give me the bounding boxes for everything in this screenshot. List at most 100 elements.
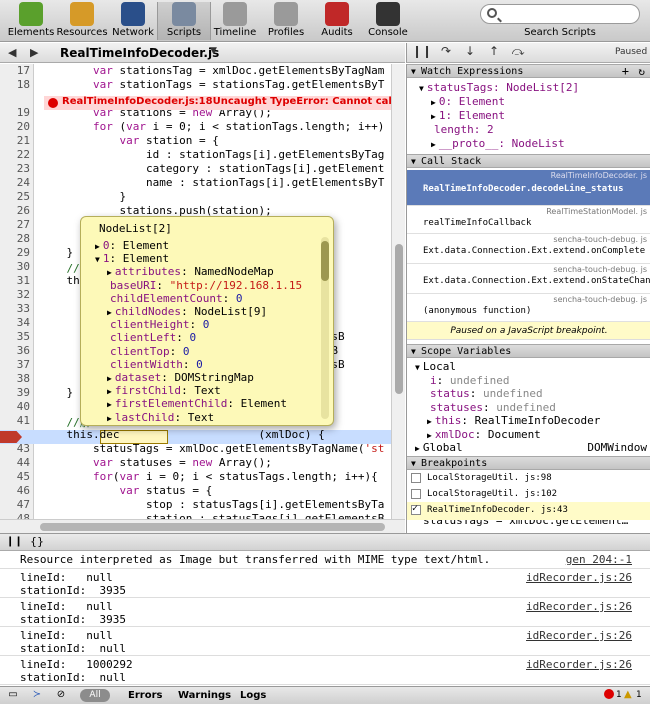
- add-icon[interactable]: +: [622, 65, 629, 78]
- line-number[interactable]: 26: [0, 204, 30, 217]
- line-number[interactable]: 23: [0, 162, 30, 175]
- line-number[interactable]: 19: [0, 106, 30, 119]
- call-stack-frame[interactable]: RealTimeInfoDecoder. js RealTimeInfoDecod…: [407, 170, 650, 206]
- line-number[interactable]: 35: [0, 330, 30, 343]
- line-number[interactable]: 47: [0, 498, 30, 511]
- line-number[interactable]: 33: [0, 302, 30, 315]
- filter-all-button[interactable]: All: [80, 689, 110, 702]
- filter-warnings-button[interactable]: Warnings: [178, 690, 231, 701]
- line-number[interactable]: 25: [0, 190, 30, 203]
- disclosure-triangle-icon[interactable]: ▶: [107, 414, 112, 423]
- tab-profiles[interactable]: Profiles: [259, 2, 313, 40]
- line-number[interactable]: 21: [0, 134, 30, 147]
- line-number-gutter[interactable]: 17 18 19 20 21 22 23 24 25 26 27 28 29 30 31 32 33 34 35 36…: [0, 64, 34, 519]
- tab-console[interactable]: Console: [361, 2, 415, 40]
- line-number[interactable]: 24: [0, 176, 30, 189]
- line-number[interactable]: 18: [0, 78, 30, 91]
- scope-variables-header[interactable]: ▼ Scope Variables: [407, 344, 650, 358]
- popover-property-row[interactable]: ▶ childNodes: NodeList[9]: [107, 305, 267, 318]
- disclosure-triangle-icon[interactable]: ▼: [95, 255, 100, 264]
- line-number[interactable]: 27: [0, 218, 30, 231]
- line-number[interactable]: 44: [0, 456, 30, 469]
- popover-property-row[interactable]: clientHeight: 0: [107, 318, 209, 331]
- disclosure-triangle-icon[interactable]: ▶: [107, 268, 112, 277]
- tab-elements[interactable]: Elements: [4, 2, 58, 40]
- breakpoints-header[interactable]: ▼ Breakpoints: [407, 456, 650, 470]
- disclosure-triangle-icon[interactable]: ▶: [431, 98, 436, 107]
- call-stack-frame[interactable]: sencha-touch-debug. js Ext.data.Connectio…: [407, 234, 650, 264]
- line-number[interactable]: 22: [0, 148, 30, 161]
- popover-property-row[interactable]: ▶ dataset: DOMStringMap: [107, 371, 254, 384]
- scrollbar-thumb[interactable]: [395, 244, 403, 394]
- deactivate-breakpoints-icon[interactable]: ⤼: [507, 44, 529, 62]
- filter-errors-button[interactable]: Errors: [128, 690, 162, 701]
- tab-audits[interactable]: Audits: [310, 2, 364, 40]
- breakpoint-checkbox[interactable]: [411, 489, 421, 499]
- line-number[interactable]: 36: [0, 344, 30, 357]
- line-number[interactable]: 20: [0, 120, 30, 133]
- breakpoint-checkbox[interactable]: [411, 503, 421, 515]
- console-toggle-icon[interactable]: ≻: [28, 689, 46, 703]
- line-number[interactable]: 37: [0, 358, 30, 371]
- tab-scripts[interactable]: Scripts: [157, 2, 211, 40]
- message-source-link[interactable]: idRecorder.js:26: [526, 571, 632, 584]
- line-number[interactable]: 48: [0, 512, 30, 519]
- disclosure-triangle-icon[interactable]: ▼: [419, 84, 424, 93]
- tab-resources[interactable]: Resources: [55, 2, 109, 40]
- disclosure-triangle-icon[interactable]: ▶: [95, 242, 100, 251]
- popover-property-row[interactable]: baseURI: "http://192.168.1.15: [107, 279, 302, 292]
- disclosure-triangle-icon[interactable]: ▶: [431, 112, 436, 121]
- filter-logs-button[interactable]: Logs: [240, 690, 266, 701]
- search-input[interactable]: [480, 4, 640, 24]
- disclosure-triangle-icon[interactable]: ▶: [107, 387, 112, 396]
- scope-variable-row[interactable]: ▼ Local: [415, 360, 650, 373]
- line-number[interactable]: 29: [0, 246, 30, 259]
- watch-row[interactable]: ▼ statusTags: NodeList[2]: [419, 81, 579, 94]
- line-number[interactable]: 39: [0, 386, 30, 399]
- scrollbar-thumb[interactable]: [40, 523, 385, 531]
- warning-count[interactable]: 1: [636, 690, 642, 700]
- tab-timeline[interactable]: Timeline: [208, 2, 262, 40]
- popover-property-row[interactable]: clientLeft: 0: [107, 331, 196, 344]
- popover-property-row[interactable]: ▶ 0: Element: [95, 239, 169, 252]
- message-source-link[interactable]: idRecorder.js:26: [526, 600, 632, 613]
- pause-resume-button[interactable]: ❙❙: [411, 44, 433, 62]
- editor-vertical-scrollbar[interactable]: [391, 64, 405, 519]
- line-number[interactable]: 46: [0, 484, 30, 497]
- line-number[interactable]: 28: [0, 232, 30, 245]
- line-number[interactable]: 30: [0, 260, 30, 273]
- popover-property-row[interactable]: childElementCount: 0: [107, 292, 242, 305]
- message-source-link[interactable]: gen 204:-1: [566, 553, 632, 566]
- disclosure-triangle-icon[interactable]: ▼: [415, 363, 420, 372]
- message-source-link[interactable]: idRecorder.js:26: [526, 629, 632, 642]
- line-number[interactable]: 41: [0, 414, 30, 427]
- message-source-link[interactable]: idRecorder.js:26: [526, 658, 632, 671]
- back-arrow-icon[interactable]: ◀: [8, 46, 16, 59]
- watch-row[interactable]: ▶ 1: Element: [431, 109, 505, 122]
- call-stack-frame[interactable]: sencha-touch-debug. js (anonymous functio…: [407, 294, 650, 322]
- line-number[interactable]: 34: [0, 316, 30, 329]
- file-selector[interactable]: RealTimeInfoDecoder.js: [60, 46, 219, 60]
- disclosure-triangle-icon[interactable]: ▶: [415, 444, 420, 453]
- breakpoint-checkbox[interactable]: [411, 473, 421, 483]
- scope-variable-row[interactable]: status: undefined: [427, 387, 650, 400]
- clear-console-icon[interactable]: ⊘: [52, 689, 70, 703]
- pause-icon[interactable]: ❙❙: [6, 536, 23, 547]
- scope-variable-row[interactable]: statuses: undefined: [427, 401, 650, 414]
- popover-property-row[interactable]: clientWidth: 0: [107, 358, 203, 371]
- scope-variable-row[interactable]: i: undefined: [427, 374, 650, 387]
- popover-property-row[interactable]: ▶ attributes: NamedNodeMap: [107, 265, 274, 278]
- object-inspector-popover[interactable]: NodeList[2] ▶ 0: Element ▼ 1: Element ▶ attri…: [80, 216, 334, 426]
- call-stack-frame[interactable]: RealTimeStationModel. js realTimeInfoCall…: [407, 206, 650, 234]
- line-number[interactable]: 31: [0, 274, 30, 287]
- scope-variable-row[interactable]: ▶ xmlDoc: Document: [427, 428, 650, 441]
- line-number[interactable]: 38: [0, 372, 30, 385]
- popover-scrollbar[interactable]: [321, 237, 329, 419]
- breakpoint-item[interactable]: RealTimeInfoDecoder. js:43: [407, 502, 650, 520]
- scope-variable-row[interactable]: ▶ this: RealTimeInfoDecoder: [427, 414, 650, 427]
- forward-arrow-icon[interactable]: ▶: [30, 46, 38, 59]
- console-divider[interactable]: ❙❙ {}: [0, 533, 650, 551]
- popover-property-row[interactable]: ▶ lastChild: Text: [107, 411, 214, 424]
- disclosure-triangle-icon[interactable]: ▶: [107, 400, 112, 409]
- line-number[interactable]: 32: [0, 288, 30, 301]
